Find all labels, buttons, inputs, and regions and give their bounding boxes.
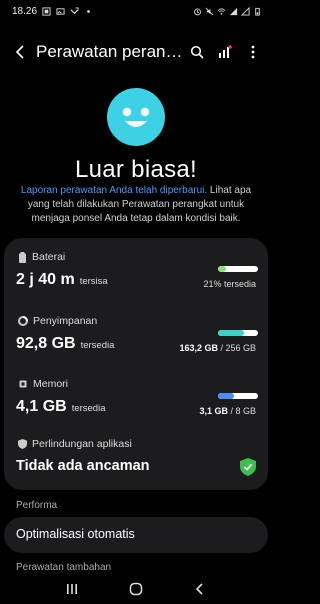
app-bar: Perawatan perangkat: [0, 34, 272, 70]
app-protection-row[interactable]: Perlindungan aplikasi Tidak ada ancaman: [4, 434, 268, 488]
auto-optimization-item[interactable]: Optimalisasi otomatis: [4, 517, 268, 553]
status-time: 18.26: [12, 5, 38, 17]
battery-time-value: 2 j 40 m: [16, 271, 75, 288]
performance-section-label: Performa: [16, 500, 58, 511]
navigation-bar: [0, 574, 272, 604]
back-nav-icon: [195, 583, 203, 595]
wifi-icon: [217, 7, 226, 15]
memory-total: / 8 GB: [227, 406, 256, 416]
status-heading: Luar biasa!: [74, 156, 198, 183]
memory-bar: [218, 393, 258, 399]
battery-bar: [218, 266, 258, 272]
protection-shield-icon: [18, 439, 27, 449]
device-care-summary-card: Baterai 2 j 40 m tersisa 21% tersedia Pe…: [4, 238, 268, 490]
memory-suffix: tersedia: [71, 403, 106, 414]
extra-care-section-label: Perawatan tambahan: [16, 562, 112, 573]
battery-status-icon: [255, 7, 260, 16]
home-icon: [129, 582, 143, 596]
status-bar: 18.26: [0, 0, 272, 22]
protection-status: Tidak ada ancaman: [16, 458, 150, 474]
diagnostics-chart-icon: [219, 45, 232, 58]
memory-label: Memori: [33, 378, 69, 390]
storage-bar: [218, 330, 258, 336]
search-button[interactable]: [186, 38, 208, 66]
storage-row[interactable]: Penyimpanan 92,8 GB tersedia 163,2 GB / …: [4, 304, 268, 364]
memory-bar-fill: [218, 393, 234, 399]
memory-row[interactable]: Memori 4,1 GB tersedia 3,1 GB / 8 GB: [4, 369, 268, 429]
page-title: Perawatan perangkat: [36, 42, 186, 61]
battery-row[interactable]: Baterai 2 j 40 m tersisa 21% tersedia: [4, 238, 268, 298]
memory-chip-icon: [19, 380, 27, 388]
home-button[interactable]: [121, 576, 151, 602]
back-nav-button[interactable]: [185, 576, 215, 602]
back-button[interactable]: [10, 37, 32, 67]
report-description: Laporan perawatan Anda telah diperbarui.…: [14, 184, 258, 226]
search-icon: [190, 45, 204, 59]
storage-usage: 163,2 GB / 256 GB: [179, 343, 256, 353]
signal-icon: [229, 7, 238, 15]
storage-value: 92,8 GB: [16, 335, 76, 352]
battery-suffix: tersisa: [79, 276, 108, 287]
memory-usage: 3,1 GB / 8 GB: [199, 406, 256, 416]
diagnostics-button[interactable]: [214, 38, 236, 66]
signal-2-icon: [241, 6, 250, 16]
auto-optimization-label: Optimalisasi otomatis: [16, 527, 135, 541]
smiley-face-icon: [107, 88, 165, 146]
protection-label: Perlindungan aplikasi: [32, 438, 132, 450]
storage-label: Penyimpanan: [33, 315, 98, 327]
more-options-button[interactable]: [242, 38, 264, 66]
alarm-icon: [194, 8, 201, 15]
battery-bar-fill: [218, 266, 227, 272]
recent-apps-button[interactable]: [57, 576, 87, 602]
screenshot-icon: [42, 6, 51, 16]
shield-check-icon: [240, 458, 256, 476]
memory-value: 4,1 GB: [16, 398, 67, 415]
notification-dot-icon: [87, 9, 90, 13]
more-vertical-icon: [251, 45, 255, 59]
memory-used: 3,1 GB: [199, 406, 228, 416]
missed-call-icon: [70, 6, 79, 14]
back-arrow-icon: [15, 45, 24, 59]
mute-icon: [205, 7, 214, 15]
storage-icon: [18, 316, 28, 326]
storage-suffix: tersedia: [80, 340, 115, 351]
storage-bar-fill: [218, 330, 244, 336]
recent-apps-icon: [67, 584, 77, 594]
report-updated-link[interactable]: Laporan perawatan Anda telah diperbarui.: [21, 185, 207, 196]
battery-label: Baterai: [32, 251, 66, 263]
storage-total: / 256 GB: [217, 343, 256, 353]
battery-available: 21% tersedia: [203, 279, 256, 289]
battery-icon: [19, 251, 26, 263]
gallery-icon: [56, 7, 65, 15]
storage-used: 163,2 GB: [179, 343, 218, 353]
